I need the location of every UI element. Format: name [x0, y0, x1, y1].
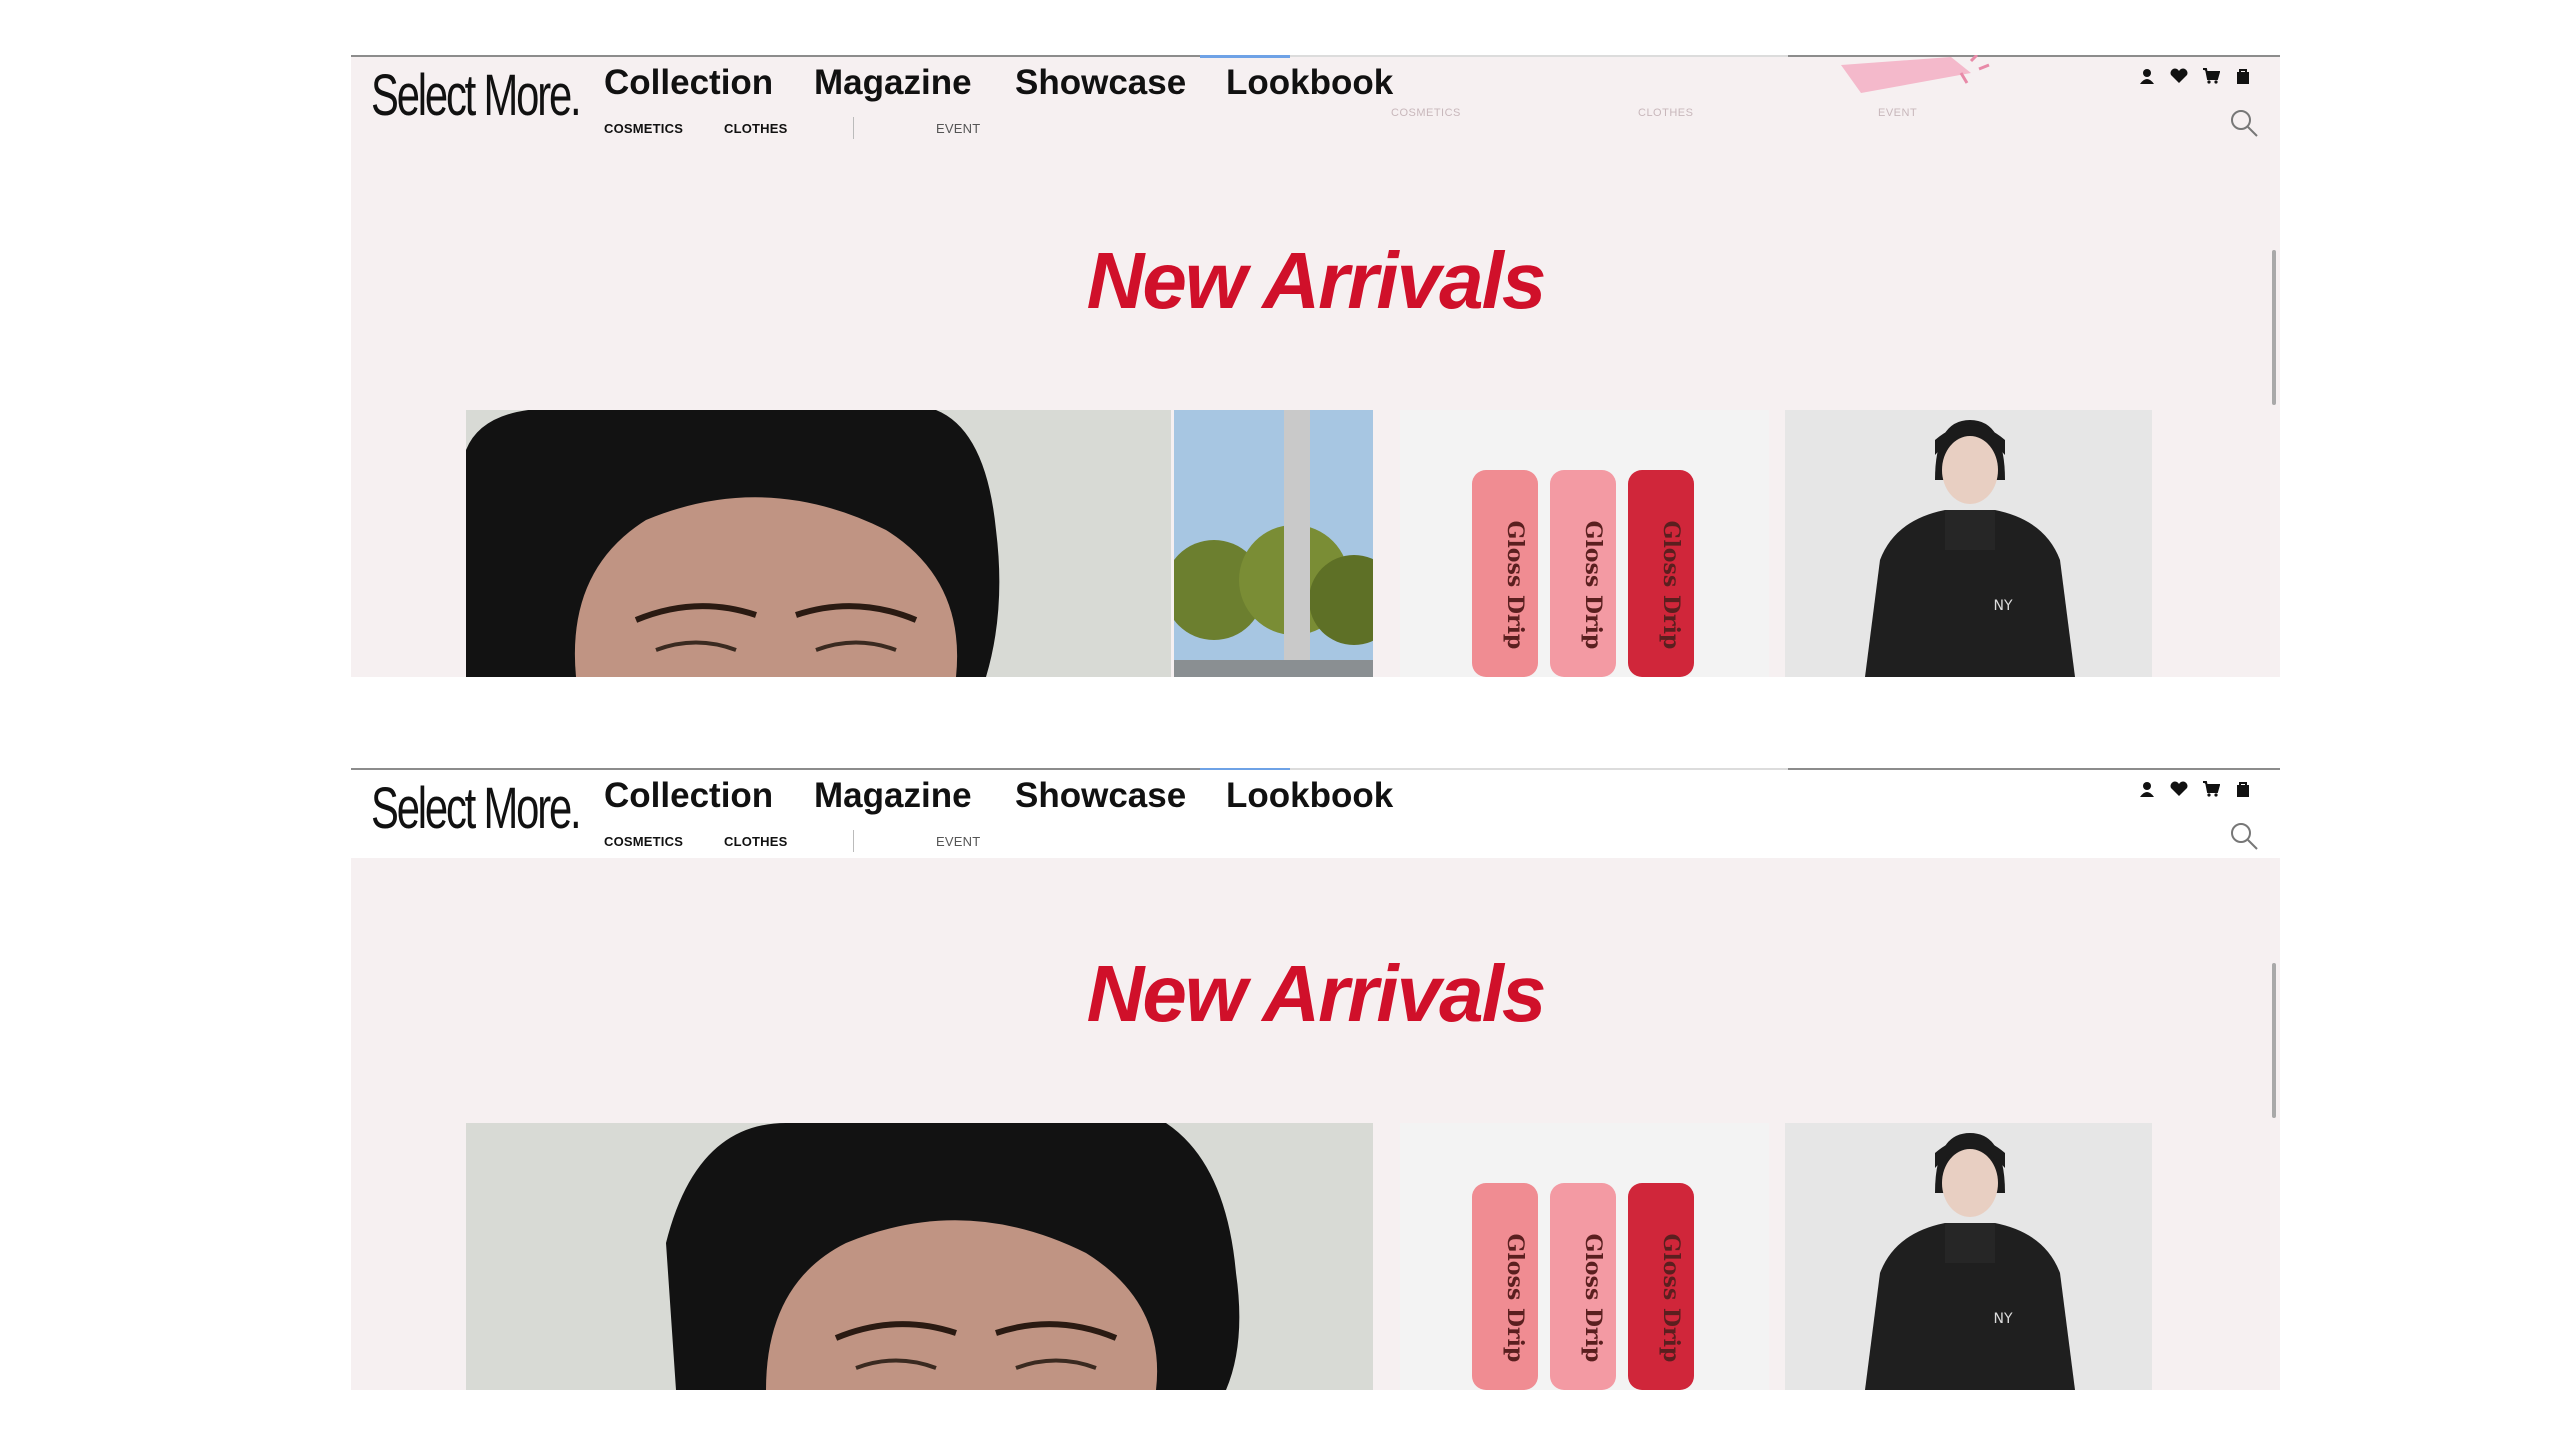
- gloss-label-3: Gloss Drip: [1658, 521, 1684, 650]
- scrollbar[interactable]: [2272, 250, 2276, 405]
- subnav-clothes[interactable]: CLOTHES: [724, 834, 788, 849]
- nav-magazine[interactable]: Magazine: [814, 776, 972, 816]
- jacket-logo-text: NY: [1993, 1311, 2012, 1327]
- product-tile-gloss[interactable]: Gloss Drip Gloss Drip Gloss Drip: [1400, 410, 1769, 677]
- gloss-label-2: Gloss Drip: [1580, 1234, 1606, 1363]
- product-tile-portrait[interactable]: [466, 410, 1171, 677]
- nav-showcase[interactable]: Showcase: [1015, 776, 1186, 816]
- screenshot-frame-2: Select More. Collection Magazine Showcas…: [351, 768, 2280, 1390]
- subnav-cosmetics[interactable]: COSMETICS: [604, 121, 683, 136]
- nav-collection[interactable]: Collection: [604, 63, 773, 103]
- nav-magazine[interactable]: Magazine: [814, 63, 972, 103]
- site-header: COSMETICS CLOTHES EVENT Select More. Col…: [351, 55, 2280, 145]
- subnav-clothes[interactable]: CLOTHES: [724, 121, 788, 136]
- cart-icon[interactable]: [2202, 67, 2220, 85]
- subnav-divider: [853, 117, 854, 139]
- nav-lookbook[interactable]: Lookbook: [1226, 63, 1393, 103]
- product-tile-jacket[interactable]: NY: [1785, 1123, 2152, 1390]
- section-title: New Arrivals: [1086, 949, 1547, 1038]
- brand-logo[interactable]: Select More.: [371, 780, 582, 838]
- gloss-drip-icon: Gloss Drip Gloss Drip Gloss Drip: [1400, 1123, 1769, 1390]
- portrait-photo-icon: [466, 1123, 1373, 1390]
- subnav-event[interactable]: EVENT: [936, 834, 980, 849]
- site-header: Select More. Collection Magazine Showcas…: [351, 770, 2280, 858]
- gloss-label-1: Gloss Drip: [1502, 521, 1528, 650]
- heart-icon[interactable]: [2170, 780, 2188, 798]
- nav-showcase[interactable]: Showcase: [1015, 63, 1186, 103]
- subnav-cosmetics[interactable]: COSMETICS: [604, 834, 683, 849]
- ghost-cosmetics: COSMETICS: [1391, 107, 1461, 119]
- gloss-label-3: Gloss Drip: [1658, 1234, 1684, 1363]
- puffer-jacket-icon: NY: [1785, 410, 2152, 677]
- product-tile-scene[interactable]: [1174, 410, 1373, 677]
- header-icons: [2138, 780, 2252, 798]
- cart-icon[interactable]: [2202, 780, 2220, 798]
- gloss-label-2: Gloss Drip: [1580, 521, 1606, 650]
- section-title: New Arrivals: [1086, 236, 1547, 325]
- gloss-drip-icon: Gloss Drip Gloss Drip Gloss Drip: [1400, 410, 1769, 677]
- product-tile-gloss[interactable]: Gloss Drip Gloss Drip Gloss Drip: [1400, 1123, 1769, 1390]
- user-icon[interactable]: [2138, 780, 2156, 798]
- header-icons: [2138, 67, 2252, 85]
- bag-icon[interactable]: [2234, 67, 2252, 85]
- ghost-clothes: CLOTHES: [1638, 107, 1694, 119]
- product-tile-portrait[interactable]: [466, 1123, 1373, 1390]
- ghost-event: EVENT: [1878, 107, 1918, 119]
- puffer-jacket-icon: NY: [1785, 1123, 2152, 1390]
- user-icon[interactable]: [2138, 67, 2156, 85]
- trees-and-pole-icon: [1174, 410, 1373, 677]
- jacket-logo-text: NY: [1993, 598, 2012, 614]
- nav-lookbook[interactable]: Lookbook: [1226, 776, 1393, 816]
- subnav-event[interactable]: EVENT: [936, 121, 980, 136]
- screenshot-frame-1: COSMETICS CLOTHES EVENT Select More. Col…: [351, 55, 2280, 677]
- portrait-photo-icon: [466, 410, 1171, 677]
- gloss-label-1: Gloss Drip: [1502, 1234, 1528, 1363]
- ghost-ribbon-icon: [1841, 55, 1990, 93]
- search-icon[interactable]: [2228, 820, 2260, 852]
- subnav-divider: [853, 830, 854, 852]
- nav-collection[interactable]: Collection: [604, 776, 773, 816]
- search-icon[interactable]: [2228, 107, 2260, 139]
- brand-logo[interactable]: Select More.: [371, 67, 582, 125]
- heart-icon[interactable]: [2170, 67, 2188, 85]
- ghost-subnav-overlay: COSMETICS CLOTHES EVENT: [1341, 55, 2041, 145]
- bag-icon[interactable]: [2234, 780, 2252, 798]
- scrollbar[interactable]: [2272, 963, 2276, 1118]
- product-tile-jacket[interactable]: NY: [1785, 410, 2152, 677]
